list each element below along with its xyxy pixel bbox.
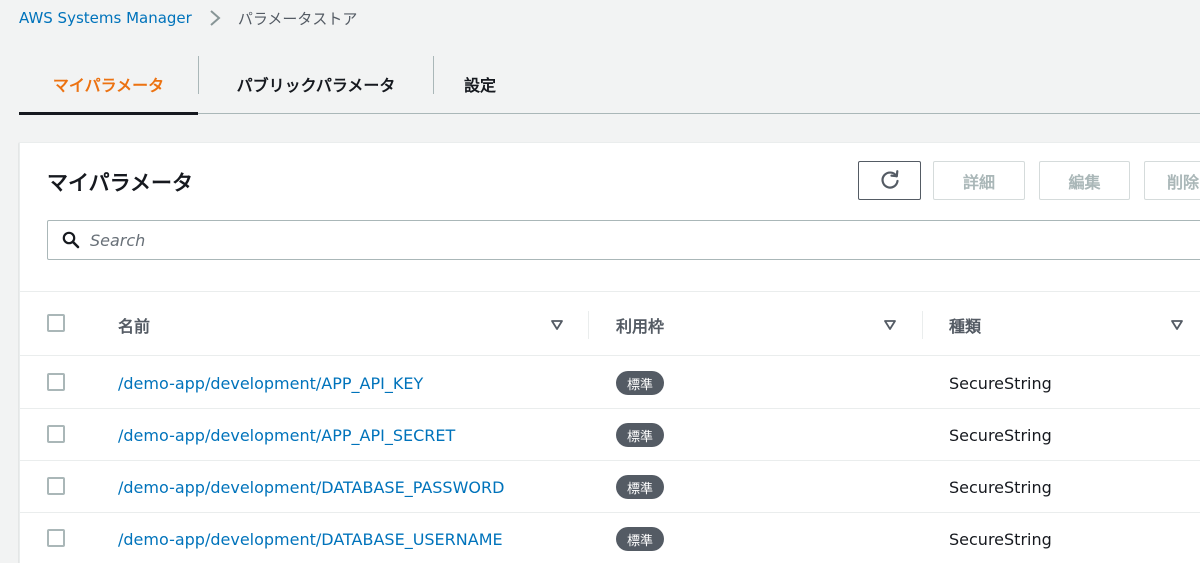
table-body: /demo-app/development/APP_API_KEY 標準 Sec… — [20, 357, 1200, 563]
sort-down-icon[interactable] — [550, 317, 564, 331]
refresh-button[interactable] — [858, 161, 921, 200]
tab-label: 設定 — [463, 76, 496, 95]
table-row: /demo-app/development/DATABASE_PASSWORD … — [20, 461, 1200, 513]
chevron-right-icon — [202, 8, 228, 28]
sort-down-icon[interactable] — [883, 317, 897, 331]
panel-title: マイパラメータ — [47, 171, 193, 195]
column-divider — [922, 311, 923, 339]
table-row: /demo-app/development/APP_API_SECRET 標準 … — [20, 409, 1200, 461]
breadcrumb: AWS Systems Manager パラメータストア — [19, 6, 357, 30]
breadcrumb-root-link[interactable]: AWS Systems Manager — [19, 9, 192, 27]
details-button[interactable]: 詳細 — [933, 161, 1025, 200]
row-checkbox[interactable] — [47, 477, 65, 495]
parameter-store-page: AWS Systems Manager パラメータストア マイパラメータ パブリ… — [0, 0, 1200, 563]
my-parameters-panel: マイパラメータ 詳細 編集 削除 Search 名前 利用枠 種類 /demo-… — [19, 142, 1200, 563]
tab-public-parameters[interactable]: パブリックパラメータ — [199, 54, 433, 114]
sort-down-icon[interactable] — [1170, 317, 1184, 331]
refresh-icon — [879, 169, 901, 192]
select-all-checkbox[interactable] — [47, 314, 65, 332]
panel-header: マイパラメータ 詳細 編集 削除 — [20, 143, 1200, 292]
delete-button[interactable]: 削除 — [1144, 161, 1200, 200]
search-box — [47, 220, 1200, 260]
parameter-name-link[interactable]: /demo-app/development/DATABASE_PASSWORD — [118, 461, 504, 513]
table-row: /demo-app/development/DATABASE_USERNAME … — [20, 513, 1200, 563]
parameter-type: SecureString — [949, 477, 1052, 497]
table-row: /demo-app/development/APP_API_KEY 標準 Sec… — [20, 357, 1200, 409]
tab-my-parameters[interactable]: マイパラメータ — [19, 54, 198, 115]
parameter-type: SecureString — [949, 373, 1052, 393]
tab-settings[interactable]: 設定 — [434, 54, 526, 114]
column-header-label: 利用枠 — [616, 316, 665, 336]
breadcrumb-current: パラメータストア — [237, 9, 358, 28]
column-header-label: 種類 — [949, 316, 982, 336]
row-checkbox[interactable] — [47, 425, 65, 443]
column-header-name[interactable]: 名前 — [118, 293, 150, 356]
parameter-name-link[interactable]: /demo-app/development/DATABASE_USERNAME — [118, 513, 503, 563]
tier-badge: 標準 — [616, 475, 665, 499]
column-header-tier[interactable]: 利用枠 — [616, 293, 664, 356]
row-checkbox[interactable] — [47, 373, 65, 391]
search-icon — [62, 231, 80, 249]
column-header-label: 名前 — [118, 316, 151, 336]
tier-badge: 標準 — [616, 423, 665, 447]
column-divider — [588, 311, 589, 339]
row-checkbox[interactable] — [47, 529, 65, 547]
column-header-type[interactable]: 種類 — [949, 293, 981, 356]
edit-button[interactable]: 編集 — [1039, 161, 1130, 200]
tier-badge: 標準 — [616, 371, 665, 395]
parameter-type: SecureString — [949, 425, 1052, 445]
table-header: 名前 利用枠 種類 — [20, 293, 1200, 356]
tier-badge: 標準 — [616, 527, 665, 551]
tab-label: パブリックパラメータ — [236, 76, 396, 95]
parameter-name-link[interactable]: /demo-app/development/APP_API_KEY — [118, 357, 423, 409]
tab-bar: マイパラメータ パブリックパラメータ 設定 — [19, 54, 1200, 115]
tab-label: マイパラメータ — [52, 76, 165, 95]
parameter-type: SecureString — [949, 529, 1052, 549]
search-input[interactable] — [90, 230, 990, 250]
parameter-name-link[interactable]: /demo-app/development/APP_API_SECRET — [118, 409, 455, 461]
